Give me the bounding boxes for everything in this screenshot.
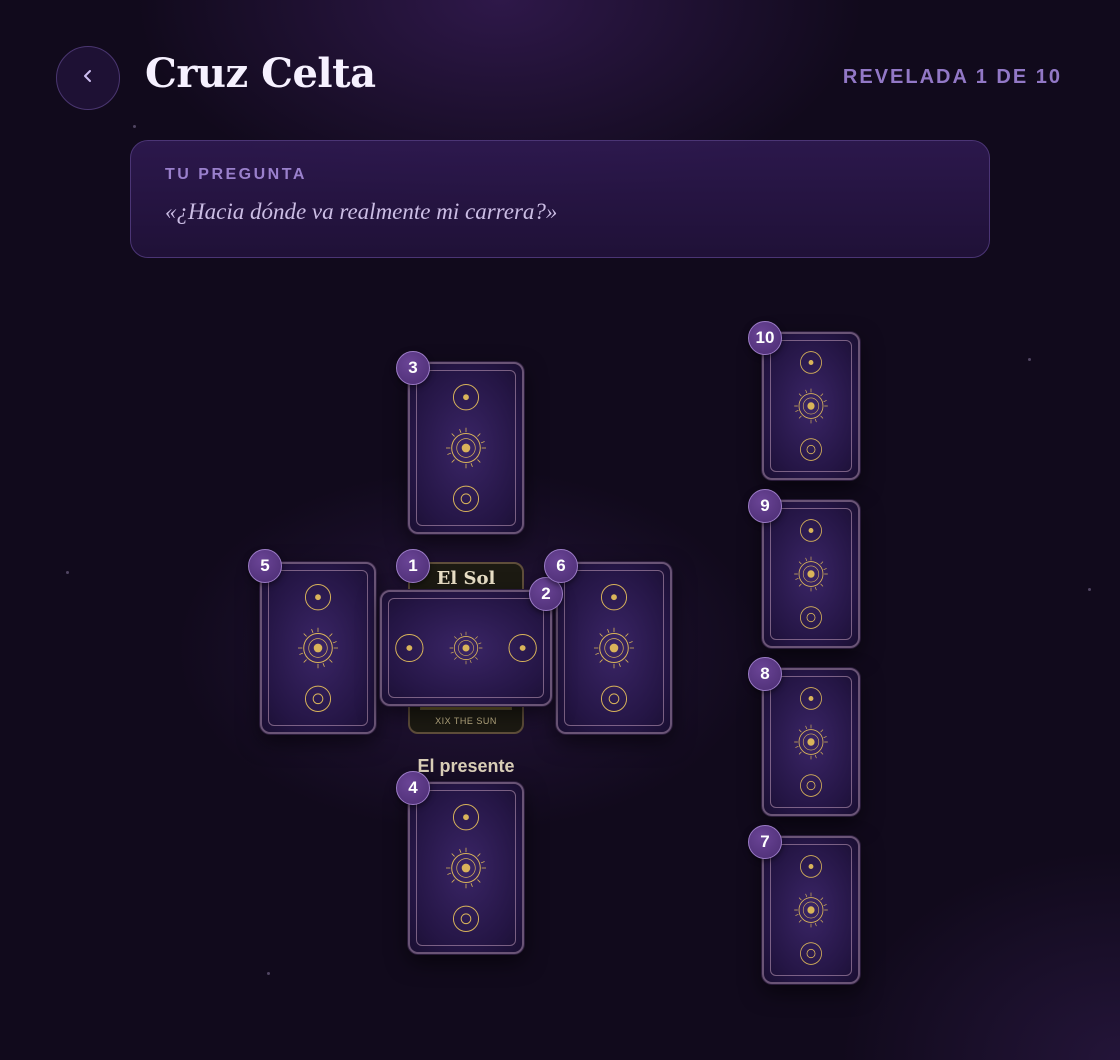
position-badge-1: 1	[396, 549, 430, 583]
card-10[interactable]	[762, 332, 860, 480]
card-7[interactable]	[762, 836, 860, 984]
card-8[interactable]	[762, 668, 860, 816]
card-back	[762, 668, 860, 816]
card-4[interactable]	[408, 782, 524, 954]
card-back	[408, 362, 524, 534]
background-star	[1088, 588, 1091, 591]
background-star	[1028, 358, 1031, 361]
page-title: Cruz Celta	[145, 50, 376, 97]
background-star	[267, 972, 270, 975]
reveal-progress: REVELADA 1 DE 10	[842, 66, 1062, 88]
question-text: «¿Hacia dónde va realmente mi carrera?»	[165, 199, 558, 224]
card-2[interactable]	[380, 590, 552, 706]
position-badge-10: 10	[748, 321, 782, 355]
back-button[interactable]	[56, 46, 120, 110]
card-back	[260, 562, 376, 734]
card-3[interactable]	[408, 362, 524, 534]
card-back	[762, 836, 860, 984]
card-5[interactable]	[260, 562, 376, 734]
position-badge-4: 4	[396, 771, 430, 805]
position-badge-9: 9	[748, 489, 782, 523]
card-back	[408, 782, 524, 954]
position-badge-5: 5	[248, 549, 282, 583]
card-9[interactable]	[762, 500, 860, 648]
question-heading: TU PREGUNTA	[165, 166, 307, 183]
chevron-left-icon	[80, 68, 96, 89]
card-caption: XIX THE SUN	[435, 716, 497, 726]
card-back	[556, 562, 672, 734]
position-badge-6: 6	[544, 549, 578, 583]
position-badge-3: 3	[396, 351, 430, 385]
card-6[interactable]	[556, 562, 672, 734]
card-back	[380, 590, 552, 706]
card-back	[762, 332, 860, 480]
position-badge-7: 7	[748, 825, 782, 859]
question-box: TU PREGUNTA «¿Hacia dónde va realmente m…	[130, 140, 990, 258]
background-star	[66, 571, 69, 574]
background-star	[133, 125, 136, 128]
card-back	[762, 500, 860, 648]
position-badge-8: 8	[748, 657, 782, 691]
